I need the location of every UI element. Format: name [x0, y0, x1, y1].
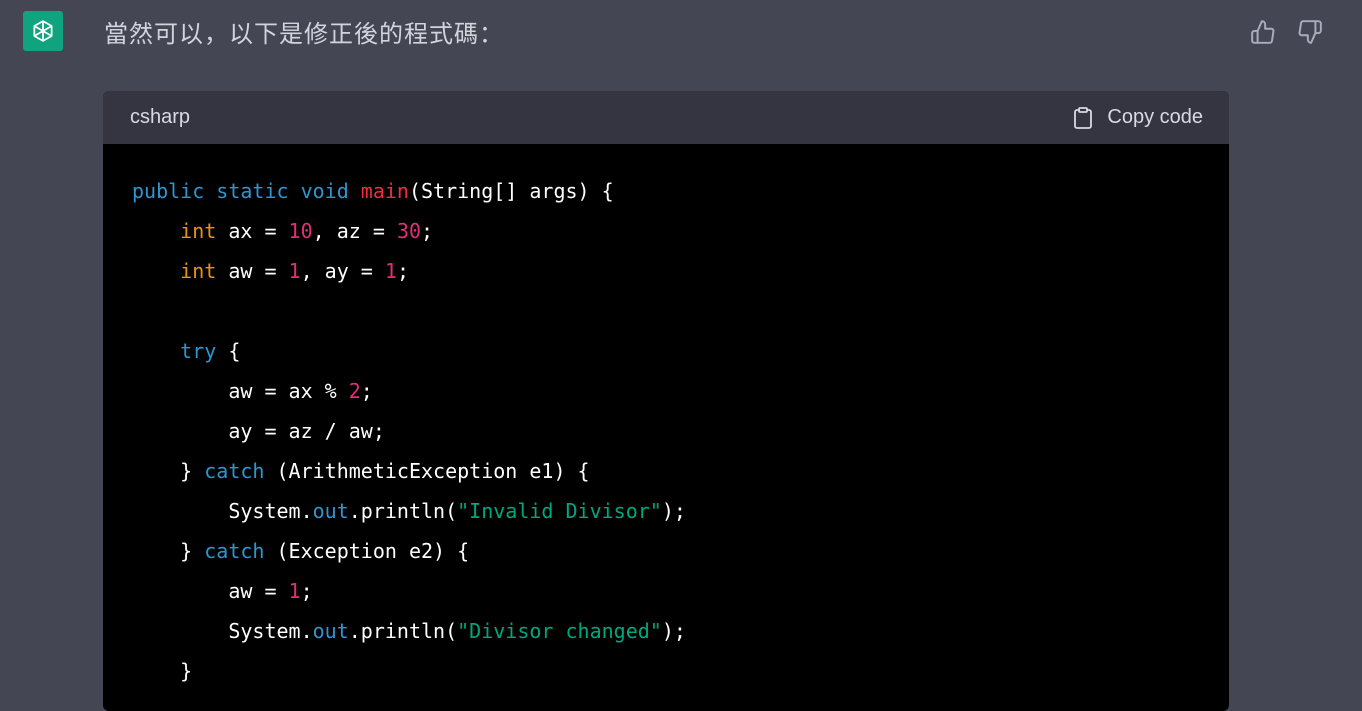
code-token: int	[180, 219, 217, 243]
code-token: main	[360, 179, 409, 203]
code-token: .println(	[348, 619, 458, 643]
code-token: aw =	[216, 259, 289, 283]
openai-logo-icon	[33, 20, 53, 42]
code-token: (ArithmeticException e1) {	[264, 459, 590, 483]
code-token: out	[312, 619, 349, 643]
code-token: );	[661, 499, 686, 523]
code-line: System.out.println("Divisor changed");	[132, 611, 686, 651]
code-token: "Divisor changed"	[457, 619, 662, 643]
code-language-label: csharp	[130, 106, 191, 128]
code-line: }	[132, 651, 686, 691]
code-token: {	[216, 339, 241, 363]
code-line: } catch (ArithmeticException e1) {	[132, 451, 686, 491]
code-line: aw = 1;	[132, 571, 686, 611]
code-token: "Invalid Divisor"	[457, 499, 662, 523]
code-token: }	[132, 539, 205, 563]
code-line: aw = ax % 2;	[132, 371, 686, 411]
code-line: int aw = 1, ay = 1;	[132, 251, 686, 291]
thumbs-up-button[interactable]	[1249, 18, 1277, 46]
code-token: ax =	[216, 219, 289, 243]
code-token: out	[312, 499, 349, 523]
assistant-avatar	[23, 11, 63, 51]
assistant-message-text: 當然可以，以下是修正後的程式碼：	[104, 20, 504, 48]
code-token: System.	[132, 499, 313, 523]
clipboard-icon	[1074, 106, 1093, 129]
code-token: aw = ax %	[132, 379, 349, 403]
code-token: 1	[288, 259, 301, 283]
code-token: 1	[288, 579, 301, 603]
code-token: try	[180, 339, 217, 363]
code-token: ay = az / aw;	[132, 419, 385, 443]
code-token: int	[180, 259, 217, 283]
code-token: , az =	[312, 219, 397, 243]
code-token: (String[] args) {	[408, 179, 614, 203]
code-line: public static void main(String[] args) {	[132, 171, 686, 211]
code-token: 2	[348, 379, 361, 403]
code-token: System.	[132, 619, 313, 643]
code-token: (Exception e2) {	[264, 539, 470, 563]
code-token: 1	[384, 259, 397, 283]
code-token: 10	[288, 219, 313, 243]
thumbs-down-button[interactable]	[1296, 18, 1324, 46]
code-line: } catch (Exception e2) {	[132, 531, 686, 571]
code-content: public static void main(String[] args) {…	[132, 171, 686, 691]
code-token: catch	[204, 459, 265, 483]
code-token: ;	[300, 579, 313, 603]
code-token: , ay =	[300, 259, 385, 283]
code-token: ;	[396, 259, 409, 283]
code-token: }	[132, 659, 193, 683]
code-line: ay = az / aw;	[132, 411, 686, 451]
code-token: ;	[421, 219, 434, 243]
code-token: catch	[204, 539, 265, 563]
code-token: }	[132, 459, 205, 483]
thumbs-down-icon	[1298, 20, 1322, 44]
code-token: public static void	[132, 179, 349, 203]
code-token: );	[661, 619, 686, 643]
copy-code-button[interactable]: Copy code	[1071, 91, 1203, 144]
code-token: aw =	[132, 579, 289, 603]
thumbs-up-icon	[1251, 20, 1275, 44]
code-token: 30	[396, 219, 422, 243]
code-token: .println(	[348, 499, 458, 523]
code-block-header: csharp Copy code	[103, 91, 1229, 144]
copy-code-label: Copy code	[1107, 106, 1203, 128]
code-line: System.out.println("Invalid Divisor");	[132, 491, 686, 531]
code-block: csharp Copy code public static void main…	[103, 91, 1229, 711]
code-line: int ax = 10, az = 30;	[132, 211, 686, 251]
code-line: try {	[132, 331, 686, 371]
code-token: ;	[360, 379, 373, 403]
